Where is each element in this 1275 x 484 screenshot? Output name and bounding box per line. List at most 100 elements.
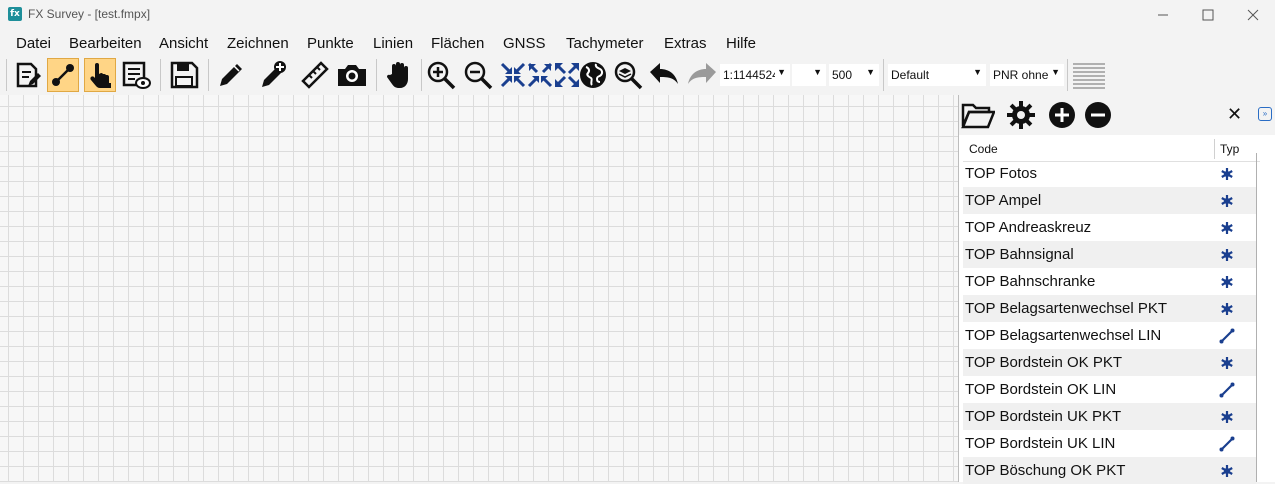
save-button[interactable] bbox=[168, 58, 200, 92]
size-dropdown[interactable]: 500 ▼ bbox=[829, 64, 879, 86]
main-toolbar: 1:1144524 ▼ ▼ 500 ▼ Default ▼ PNR ohne ▼ bbox=[0, 55, 1275, 95]
point-type-icon bbox=[1219, 247, 1235, 263]
minimize-button[interactable] bbox=[1140, 0, 1186, 30]
select-tap-button[interactable] bbox=[84, 58, 116, 92]
table-row[interactable]: TOP Bahnsignal bbox=[963, 241, 1256, 268]
line-symbol-icon bbox=[1219, 436, 1235, 452]
point-symbol-icon bbox=[1221, 465, 1233, 477]
zoom-in-icon bbox=[427, 61, 456, 90]
globe-button[interactable] bbox=[577, 58, 609, 92]
point-type-icon bbox=[1219, 355, 1235, 371]
table-row[interactable]: TOP Ampel bbox=[963, 187, 1256, 214]
table-row[interactable]: TOP Andreaskreuz bbox=[963, 214, 1256, 241]
point-type-icon bbox=[1219, 220, 1235, 236]
table-row[interactable]: TOP Belagsartenwechsel PKT bbox=[963, 295, 1256, 322]
code-cell: TOP Bahnschranke bbox=[965, 273, 1096, 290]
menu-flaechen[interactable]: Flächen bbox=[431, 35, 484, 52]
menu-extras[interactable]: Extras bbox=[664, 35, 707, 52]
code-cell: TOP Belagsartenwechsel PKT bbox=[965, 300, 1168, 317]
gear-icon bbox=[1007, 101, 1035, 129]
pencil-button[interactable] bbox=[215, 58, 247, 92]
code-cell: TOP Ampel bbox=[965, 192, 1042, 209]
redo-button[interactable] bbox=[684, 58, 716, 92]
add-code-button[interactable] bbox=[1045, 99, 1079, 131]
point-type-icon bbox=[1219, 193, 1235, 209]
layer-dropdown[interactable]: ▼ bbox=[792, 64, 826, 86]
menu-zeichnen[interactable]: Zeichnen bbox=[227, 35, 289, 52]
point-symbol-icon bbox=[1221, 168, 1233, 180]
menu-hilfe[interactable]: Hilfe bbox=[726, 35, 756, 52]
measure-button[interactable] bbox=[299, 58, 331, 92]
search-layers-icon bbox=[614, 61, 643, 90]
code-cell: TOP Belagsartenwechsel LIN bbox=[965, 327, 1162, 344]
column-header-code[interactable]: Code bbox=[969, 142, 998, 156]
chevron-down-icon: ▼ bbox=[777, 67, 786, 77]
expand-panel-icon[interactable]: » bbox=[1258, 107, 1272, 121]
pnr-value: PNR ohne bbox=[993, 68, 1049, 82]
menu-linien[interactable]: Linien bbox=[373, 35, 413, 52]
point-symbol-icon bbox=[1221, 222, 1233, 234]
undo-button[interactable] bbox=[648, 58, 680, 92]
shrink-arrows-icon bbox=[500, 62, 526, 88]
point-type-icon bbox=[1219, 166, 1235, 182]
connect-points-button[interactable] bbox=[47, 58, 79, 92]
vertical-scrollbar[interactable] bbox=[1256, 153, 1257, 482]
edit-document-button[interactable] bbox=[11, 58, 43, 92]
table-row[interactable]: TOP Belagsartenwechsel LIN bbox=[963, 322, 1256, 349]
point-symbol-icon bbox=[1221, 276, 1233, 288]
camera-icon bbox=[338, 65, 366, 86]
column-header-typ[interactable]: Typ bbox=[1220, 142, 1239, 156]
layers-list-button[interactable] bbox=[1071, 58, 1107, 92]
menu-bearbeiten[interactable]: Bearbeiten bbox=[69, 35, 142, 52]
line-type-icon bbox=[1219, 436, 1235, 452]
code-cell: TOP Bordstein UK LIN bbox=[965, 435, 1116, 452]
globe-icon bbox=[580, 62, 606, 88]
pan-button[interactable] bbox=[383, 58, 415, 92]
menu-datei[interactable]: Datei bbox=[16, 35, 51, 52]
panel-toolbar: ✕ » bbox=[959, 95, 1275, 135]
minus-circle-icon bbox=[1085, 102, 1111, 128]
open-folder-button[interactable] bbox=[961, 99, 995, 131]
menu-gnss[interactable]: GNSS bbox=[503, 35, 546, 52]
camera-button[interactable] bbox=[336, 58, 368, 92]
map-canvas[interactable] bbox=[0, 95, 958, 482]
remove-code-button[interactable] bbox=[1081, 99, 1115, 131]
close-window-button[interactable] bbox=[1230, 0, 1275, 30]
menu-tachymeter[interactable]: Tachymeter bbox=[566, 35, 644, 52]
point-symbol-icon bbox=[1221, 303, 1233, 315]
zoom-out-button[interactable] bbox=[462, 58, 494, 92]
pencil-plus-icon bbox=[262, 61, 286, 87]
window-title: FX Survey - [test.fmpx] bbox=[28, 7, 151, 21]
zoom-in-button[interactable] bbox=[425, 58, 457, 92]
clear-search-icon[interactable]: ✕ bbox=[1227, 104, 1242, 125]
maximize-button[interactable] bbox=[1185, 0, 1231, 30]
code-cell: TOP Andreaskreuz bbox=[965, 219, 1092, 236]
hand-icon bbox=[386, 62, 408, 88]
code-cell: TOP Bordstein OK PKT bbox=[965, 354, 1123, 371]
size-value: 500 bbox=[832, 68, 853, 82]
style-dropdown[interactable]: Default ▼ bbox=[888, 64, 986, 86]
maximize-icon bbox=[1202, 9, 1214, 21]
list-view-button[interactable] bbox=[120, 58, 152, 92]
search-layers-button[interactable] bbox=[612, 58, 644, 92]
pnr-dropdown[interactable]: PNR ohne ▼ bbox=[990, 64, 1064, 86]
table-row[interactable]: TOP Böschung OK PKT bbox=[963, 457, 1256, 484]
settings-button[interactable] bbox=[1004, 99, 1038, 131]
app-icon: fx bbox=[8, 7, 22, 21]
table-row[interactable]: TOP Bordstein UK PKT bbox=[963, 403, 1256, 430]
table-row[interactable]: TOP Bordstein OK PKT bbox=[963, 349, 1256, 376]
title-bar: fx FX Survey - [test.fmpx] bbox=[0, 0, 1275, 30]
zoom-out-icon bbox=[464, 61, 493, 90]
table-row[interactable]: TOP Bordstein OK LIN bbox=[963, 376, 1256, 403]
table-row[interactable]: TOP Bordstein UK LIN bbox=[963, 430, 1256, 457]
table-row[interactable]: TOP Fotos bbox=[963, 160, 1256, 187]
scale-dropdown[interactable]: 1:1144524 ▼ bbox=[720, 64, 790, 86]
hand-pointer-icon bbox=[90, 63, 111, 88]
add-pencil-button[interactable] bbox=[257, 58, 289, 92]
lines-icon bbox=[1073, 63, 1105, 89]
table-row[interactable]: TOP Bahnschranke bbox=[963, 268, 1256, 295]
menu-ansicht[interactable]: Ansicht bbox=[159, 35, 208, 52]
menu-punkte[interactable]: Punkte bbox=[307, 35, 354, 52]
code-search-input[interactable] bbox=[1124, 103, 1228, 129]
line-type-icon bbox=[1219, 328, 1235, 344]
